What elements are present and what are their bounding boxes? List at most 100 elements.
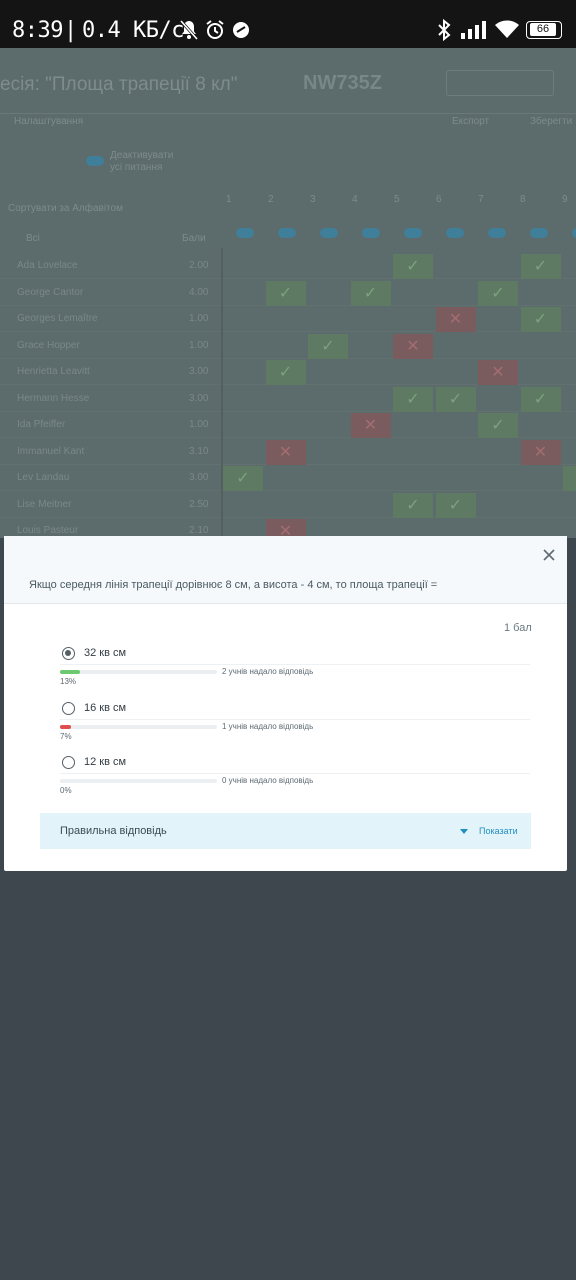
- question-toggle: [404, 228, 422, 238]
- student-score: 1.00: [189, 313, 209, 324]
- student-name: Georges Lemaître: [17, 313, 98, 324]
- response-percent: 7%: [60, 732, 72, 741]
- student-score: 3.00: [189, 472, 209, 483]
- row-divider: [0, 357, 576, 359]
- student-score: 1.00: [189, 339, 209, 351]
- app-notification-icon: [233, 22, 249, 38]
- correct-cell: ✓: [520, 254, 561, 279]
- question-toggle: [362, 228, 380, 238]
- points-label: 1 бал: [504, 622, 532, 634]
- bluetooth-icon: [438, 18, 451, 42]
- option-divider: [60, 664, 530, 665]
- question-toggle: [488, 228, 506, 238]
- question-results-dialog: Якщо середня лінія трапеції дорівнює 8 с…: [4, 536, 567, 871]
- score-header: Бали: [182, 233, 206, 244]
- check-icon: ✓: [563, 468, 576, 488]
- check-icon: ✓: [236, 470, 250, 487]
- question-toggle: [446, 228, 464, 238]
- wrong-cell: ✕: [520, 439, 561, 465]
- background-session-page: есія: "Площа трапеції 8 кл" NW735Z Налаш…: [0, 48, 576, 538]
- battery-level: 66: [530, 23, 556, 36]
- save-link: Зберегти: [530, 116, 573, 127]
- cross-icon: ✕: [278, 443, 293, 461]
- response-bar: [60, 779, 217, 783]
- toolbar-divider: [0, 113, 576, 114]
- option-divider: [60, 773, 530, 774]
- question-number: 4: [352, 194, 358, 205]
- response-bar-fill: [60, 725, 71, 729]
- student-name: Lise Meitner: [17, 498, 72, 510]
- network-speed: 0.4 КБ/с: [82, 18, 184, 43]
- question-number: 9: [562, 194, 568, 205]
- student-name: Ida Pfeiffer: [17, 419, 66, 430]
- response-bar: [60, 670, 217, 674]
- correct-answer-panel: Правильна відповідь Показати: [40, 813, 531, 849]
- question-number: 2: [268, 194, 274, 205]
- question-number: 1: [226, 194, 232, 205]
- cross-icon: ✕: [448, 311, 463, 328]
- check-icon: ✓: [406, 496, 420, 514]
- student-score: 4.00: [189, 286, 209, 298]
- row-divider: [0, 516, 576, 518]
- sort-label: Сортувати за Алфавітом: [8, 203, 123, 214]
- session-title: есія: "Площа трапеції 8 кл": [0, 74, 238, 95]
- show-answer-label: Показати: [479, 826, 518, 836]
- student-name: Grace Hopper: [17, 339, 80, 351]
- correct-cell: ✓: [393, 492, 433, 518]
- check-icon: ✓: [448, 496, 463, 514]
- correct-cell: ✓: [393, 386, 433, 412]
- check-icon: ✓: [406, 258, 420, 275]
- response-percent: 13%: [60, 677, 77, 686]
- student-score: 3.10: [189, 445, 209, 457]
- option-label: 12 кв см: [84, 756, 127, 768]
- check-icon: ✓: [406, 390, 420, 408]
- caret-down-icon: [460, 829, 468, 834]
- question-number: 8: [520, 194, 526, 205]
- check-icon: ✓: [363, 284, 378, 302]
- deactivate-toggle: [86, 156, 104, 166]
- student-name: Louis Pasteur: [17, 525, 79, 536]
- student-name: Hermann Hesse: [17, 392, 90, 404]
- deactivate-label: Деактивувати усі питання: [110, 150, 174, 173]
- filter-all: Всі: [26, 233, 40, 244]
- student-name: George Cantor: [17, 286, 84, 298]
- correct-cell: ✓: [435, 492, 476, 518]
- response-percent: 0%: [60, 786, 72, 795]
- option-label: 16 кв см: [84, 702, 127, 714]
- row-divider: [0, 490, 576, 491]
- check-icon: ✓: [491, 417, 505, 434]
- option-radio[interactable]: [62, 647, 75, 660]
- student-name: Ada Lovelace: [17, 260, 78, 271]
- correct-cell: ✓: [223, 466, 263, 491]
- end-session-button: [446, 70, 554, 96]
- option-radio[interactable]: [62, 756, 75, 769]
- response-count: 1 учнів надало відповідь: [222, 722, 314, 731]
- response-count: 0 учнів надало відповідь: [222, 776, 314, 785]
- mute-icon: [179, 20, 199, 40]
- student-score: 3.00: [189, 366, 209, 377]
- wrong-cell: ✕: [265, 439, 306, 465]
- option-divider: [60, 719, 530, 720]
- student-name: Lev Landau: [17, 472, 70, 483]
- option-radio[interactable]: [62, 702, 75, 715]
- question-toggle: [236, 228, 254, 238]
- correct-cell: ✓: [563, 466, 576, 491]
- cross-icon: ✕: [491, 364, 505, 381]
- correct-cell: ✓: [265, 360, 306, 385]
- correct-cell: ✓: [478, 413, 518, 438]
- alarm-icon: [206, 20, 224, 39]
- response-bar: [60, 725, 217, 729]
- row-divider: [0, 278, 576, 279]
- correct-cell: ✓: [350, 280, 391, 306]
- response-bar-fill: [60, 670, 81, 674]
- question-text: Якщо середня лінія трапеції дорівнює 8 с…: [29, 579, 438, 591]
- row-divider: [0, 331, 576, 332]
- student-name: Henrietta Leavitt: [17, 366, 90, 377]
- check-icon: ✓: [278, 364, 293, 381]
- correct-cell: ✓: [435, 386, 476, 412]
- close-icon[interactable]: [540, 546, 558, 564]
- check-icon: ✓: [321, 337, 335, 355]
- correct-cell: ✓: [520, 386, 561, 412]
- question-number: 3: [310, 194, 316, 205]
- correct-cell: ✓: [265, 280, 306, 306]
